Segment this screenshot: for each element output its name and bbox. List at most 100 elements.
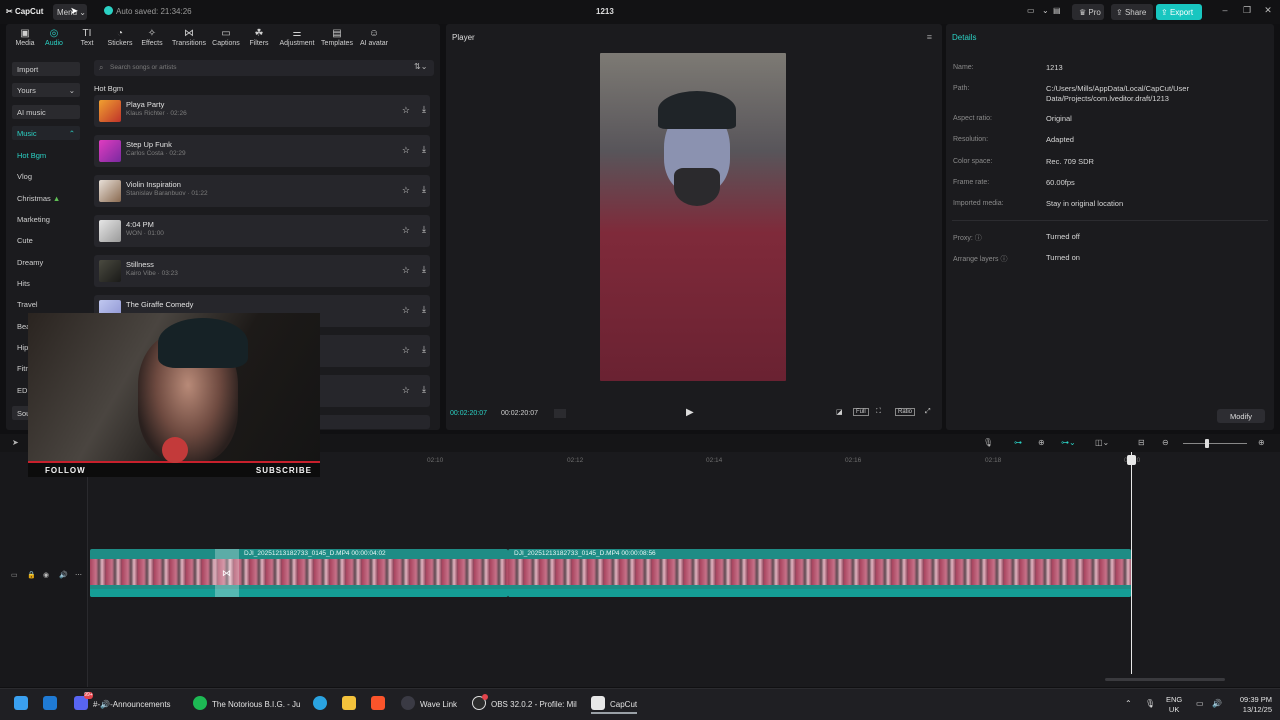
microphone-icon[interactable]: 🎙 [1145, 699, 1155, 708]
layout-chevron-icon[interactable]: ⌄ [1042, 6, 1049, 15]
close-icon[interactable]: ✕ [1260, 5, 1276, 19]
taskbar-brave[interactable] [371, 696, 390, 714]
network-icon[interactable]: ▭ [1196, 699, 1204, 708]
taskbar-spotify[interactable]: The Notorious B.I.G. - Ju [193, 696, 300, 714]
favorite-icon[interactable]: ☆ [402, 265, 410, 276]
taskbar-wave-link[interactable]: Wave Link [401, 696, 457, 714]
taskbar-outlook[interactable] [43, 696, 62, 714]
zoom-in-icon[interactable]: ⊕ [1258, 438, 1265, 447]
taskbar-capcut[interactable]: CapCut [591, 696, 638, 714]
import-button[interactable]: Import [12, 62, 80, 76]
tab-filters[interactable]: ☘ Filters [242, 28, 276, 52]
share-button[interactable]: ⇪ Share [1111, 4, 1153, 20]
select-cursor-icon[interactable]: ➤ [12, 438, 19, 447]
eye-icon[interactable]: ◉ [43, 571, 49, 579]
category-hot-bgm[interactable]: Hot Bgm [12, 148, 80, 162]
snap-icon[interactable]: ⊶⌄ [1061, 438, 1076, 447]
download-icon[interactable]: ⤓ [422, 224, 426, 235]
category-marketing[interactable]: Marketing [12, 212, 80, 226]
lock-icon[interactable]: 🔒 [27, 571, 36, 579]
sort-filter-icon[interactable]: ⇅⌄ [414, 62, 427, 71]
tab-templates[interactable]: ▤ Templates [319, 28, 355, 52]
magnet-icon[interactable]: ⊶ [1014, 438, 1022, 447]
audio-mute-icon[interactable]: 🔊 [59, 571, 68, 579]
microphone-icon[interactable]: 🎙 [983, 438, 993, 447]
full-button[interactable]: Full [853, 408, 869, 416]
minimize-icon[interactable]: – [1217, 5, 1233, 19]
list-item[interactable]: Step Up Funk Carlos Costa · 02:29 ☆ ⤓ [94, 135, 430, 167]
tab-audio[interactable]: ◎ Audio [37, 28, 71, 52]
video-clip[interactable]: DJI_20251213182733_0145_D.MP4 00:00:04:0… [90, 549, 508, 597]
layout-icon[interactable]: ▭ [1027, 6, 1035, 15]
tab-text[interactable]: TI Text [70, 28, 104, 52]
restore-icon[interactable]: ❐ [1239, 5, 1255, 19]
more-icon[interactable]: ⋯ [75, 571, 82, 579]
category-music[interactable]: Music ⌃ [12, 126, 80, 140]
language-indicator[interactable]: ENG UK [1166, 695, 1182, 715]
download-icon[interactable]: ⤓ [422, 144, 426, 155]
favorite-icon[interactable]: ☆ [402, 145, 410, 156]
tab-stickers[interactable]: ◔ Stickers [103, 28, 137, 52]
taskbar-telegram[interactable] [313, 696, 332, 714]
category-vlog[interactable]: Vlog [12, 169, 80, 183]
download-icon[interactable]: ⤓ [422, 264, 426, 275]
fullscreen-icon[interactable]: ⤢ [925, 408, 931, 416]
tab-effects[interactable]: ✧ Effects [135, 28, 169, 52]
favorite-icon[interactable]: ☆ [402, 225, 410, 236]
quality-icon[interactable]: ◪ [836, 408, 843, 416]
shortcut-icon[interactable]: ▤ [1053, 6, 1061, 15]
download-icon[interactable]: ⤓ [422, 344, 426, 355]
start-button[interactable] [14, 696, 33, 714]
favorite-icon[interactable]: ☆ [402, 305, 410, 316]
download-icon[interactable]: ⤓ [422, 104, 426, 115]
modify-button[interactable]: Modify [1217, 409, 1265, 423]
favorite-icon[interactable]: ☆ [402, 185, 410, 196]
category-dreamy[interactable]: Dreamy [12, 255, 80, 269]
download-icon[interactable]: ⤓ [422, 384, 426, 395]
favorite-icon[interactable]: ☆ [402, 345, 410, 356]
track-cover-icon[interactable]: ▭ [11, 571, 18, 579]
category-hits[interactable]: Hits [12, 276, 80, 290]
ratio-button[interactable]: Ratio [895, 408, 916, 416]
favorite-icon[interactable]: ☆ [402, 105, 410, 116]
split-icon[interactable]: ◫⌄ [1095, 438, 1109, 447]
favorite-icon[interactable]: ☆ [402, 385, 410, 396]
timecode-icon[interactable] [554, 409, 566, 418]
download-icon[interactable]: ⤓ [422, 304, 426, 315]
list-item[interactable]: Violin Inspiration Stanislav Baranbuov ·… [94, 175, 430, 207]
tab-ai-avatar[interactable]: ☺ AI avatar [356, 28, 392, 52]
tray-overflow-icon[interactable]: ⌃ [1125, 699, 1132, 708]
pro-button[interactable]: ♛ Pro [1072, 4, 1104, 20]
download-icon[interactable]: ⤓ [422, 184, 426, 195]
clock[interactable]: 09:39 PM 13/12/25 [1230, 695, 1272, 715]
preview-axis-icon[interactable]: ⊟ [1138, 438, 1145, 447]
player-menu-icon[interactable]: ≡ [927, 32, 932, 42]
video-preview[interactable] [600, 53, 786, 381]
list-item[interactable]: 4:04 PM WON · 01:00 ☆ ⤓ [94, 215, 430, 247]
tab-adjustment[interactable]: ⚌ Adjustment [278, 28, 316, 52]
playhead-handle[interactable] [1127, 455, 1136, 465]
category-travel[interactable]: Travel [12, 297, 80, 311]
tab-transitions[interactable]: ⋈ Transitions [172, 28, 206, 52]
category-christmas[interactable]: Christmas ▲ [12, 191, 80, 205]
timeline-scrollbar[interactable] [1105, 678, 1225, 681]
volume-icon[interactable]: 🔊 [1212, 699, 1222, 708]
timeline[interactable]: 02:10 02:12 02:14 02:16 02:18 02:20 ▭ 🔒 … [0, 452, 1280, 687]
zoom-slider[interactable] [1183, 443, 1247, 444]
taskbar-file-explorer[interactable] [342, 696, 361, 714]
zoom-slider-handle[interactable] [1205, 439, 1209, 448]
category-cute[interactable]: Cute [12, 233, 80, 247]
zoom-out-icon[interactable]: ⊖ [1162, 438, 1169, 447]
tab-captions[interactable]: ▭ Captions [209, 28, 243, 52]
search-input[interactable]: ⌕ Search songs or artists [94, 60, 434, 76]
list-item[interactable]: Stillness Kairo Vibe · 03:23 ☆ ⤓ [94, 255, 430, 287]
taskbar-obs[interactable]: OBS 32.0.2 - Profile: Mil [472, 696, 577, 714]
video-clip[interactable]: DJI_20251213182733_0145_D.MP4 00:00:08:5… [508, 549, 1131, 597]
category-yours[interactable]: Yours ⌄ [12, 83, 80, 97]
export-button[interactable]: ⇪ Export [1156, 4, 1202, 20]
list-item[interactable]: Playa Party Klaus Richter · 02:26 ☆ ⤓ [94, 95, 430, 127]
play-button[interactable]: ▶ [686, 407, 694, 418]
crop-icon[interactable]: ⛶ [876, 408, 881, 416]
category-ai-music[interactable]: AI music [12, 105, 80, 119]
link-icon[interactable]: ⊕ [1038, 438, 1045, 447]
